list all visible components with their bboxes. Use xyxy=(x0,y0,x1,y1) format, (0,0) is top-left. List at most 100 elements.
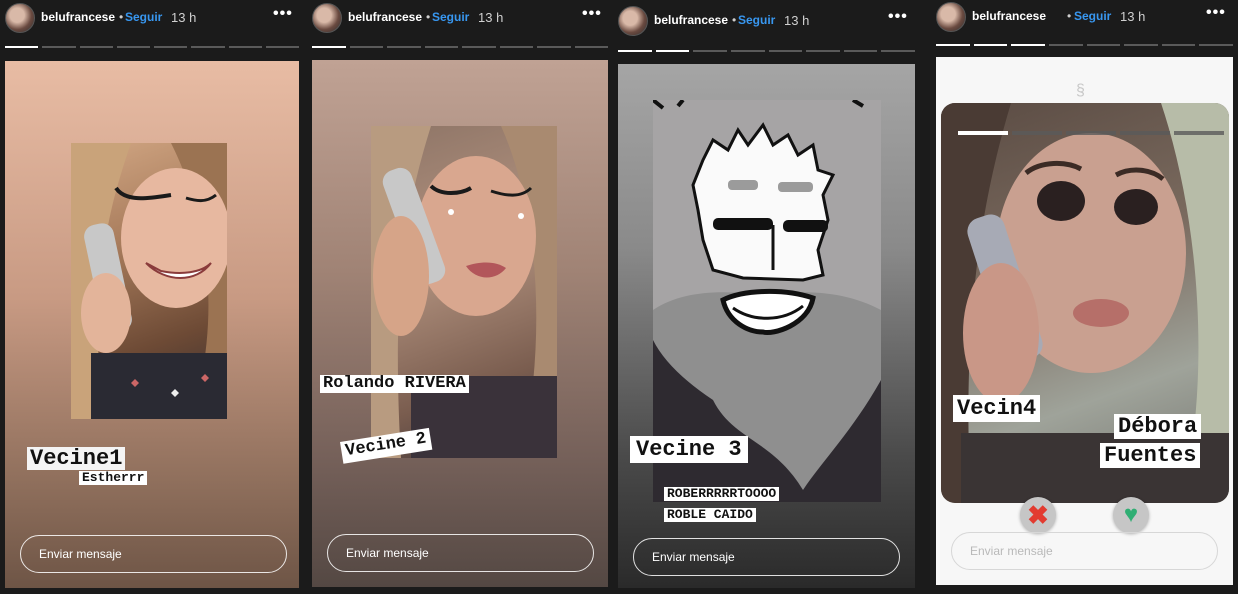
follow-button[interactable]: Seguir xyxy=(1074,9,1111,23)
more-options-icon[interactable]: ••• xyxy=(1206,4,1226,22)
progress-segment xyxy=(843,50,878,52)
follow-button[interactable]: Seguir xyxy=(738,13,775,27)
dislike-button[interactable]: ✖ xyxy=(1020,497,1056,533)
story-media[interactable]: § Vecin4 Débora Fuentes ✖ ♥ xyxy=(936,57,1233,585)
progress-segment xyxy=(349,46,383,48)
progress-segment xyxy=(191,46,225,48)
story-photo xyxy=(371,126,557,458)
progress-segment xyxy=(499,46,533,48)
progress-segment xyxy=(5,46,39,48)
progress-segment xyxy=(1048,44,1083,46)
sticker-text: Débora xyxy=(1114,414,1202,440)
story-media[interactable]: Vecine1 Estherrr xyxy=(5,61,299,588)
timestamp: 13 h xyxy=(784,13,810,28)
follow-button[interactable]: Seguir xyxy=(432,10,469,24)
woman-on-phone-image xyxy=(71,143,227,419)
progress-segment xyxy=(1124,44,1158,46)
follow-button[interactable]: Seguir xyxy=(125,10,162,24)
username[interactable]: belufrancese xyxy=(654,13,728,27)
progress-segment xyxy=(574,46,608,48)
progress-bar xyxy=(618,50,915,52)
timestamp: 13 h xyxy=(171,10,197,25)
story-media[interactable]: Vecine 3 ROBERRRRRTOOOO ROBLE CAIDO xyxy=(618,64,915,588)
progress-segment xyxy=(154,46,188,48)
separator: • xyxy=(426,10,431,24)
message-input[interactable]: Enviar mensaje xyxy=(20,535,287,573)
more-options-icon[interactable]: ••• xyxy=(582,5,602,23)
message-input[interactable]: Enviar mensaje xyxy=(327,534,594,572)
progress-segment xyxy=(228,46,262,48)
progress-segment xyxy=(1161,44,1196,46)
story-photo xyxy=(71,143,227,419)
sticker-text: ROBLE CAIDO xyxy=(664,508,756,522)
sticker-text: Estherrr xyxy=(79,471,148,485)
sticker-text: Vecine 3 xyxy=(630,436,748,464)
progress-segment xyxy=(312,46,346,48)
sticker-text: Vecine1 xyxy=(27,447,126,470)
progress-segment xyxy=(1011,44,1045,46)
more-options-icon[interactable]: ••• xyxy=(273,5,293,23)
like-button[interactable]: ♥ xyxy=(1113,497,1149,533)
inner-progress-segment xyxy=(1174,131,1224,135)
progress-segment xyxy=(936,44,970,46)
username[interactable]: belufrancese xyxy=(972,9,1046,23)
progress-segment xyxy=(424,46,458,48)
avatar[interactable] xyxy=(312,3,342,33)
progress-segment xyxy=(618,50,652,52)
progress-segment xyxy=(655,50,690,52)
progress-segment xyxy=(79,46,113,48)
inner-progress-segment xyxy=(958,131,1008,135)
progress-segment xyxy=(537,46,571,48)
sticker-text: Fuentes xyxy=(1100,443,1201,469)
progress-segment xyxy=(693,50,727,52)
message-input[interactable]: Enviar mensaje xyxy=(951,532,1218,570)
progress-segment xyxy=(462,46,496,48)
sticker-text: Vecin4 xyxy=(953,395,1041,423)
username[interactable]: belufrancese xyxy=(348,10,422,24)
more-options-icon[interactable]: ••• xyxy=(888,8,908,26)
avatar[interactable] xyxy=(618,6,648,36)
progress-segment xyxy=(768,50,803,52)
story-header: belufrancese • Seguir 13 h ••• xyxy=(936,2,1233,33)
woman-on-phone-image xyxy=(371,126,557,458)
sticker-text: Rolando RIVERA xyxy=(320,375,469,393)
progress-segment xyxy=(116,46,150,48)
timestamp: 13 h xyxy=(1120,9,1146,24)
story-header: belufrancese • Seguir 13 h ••• xyxy=(5,3,299,33)
inner-progress-segment xyxy=(1066,131,1116,135)
progress-segment xyxy=(265,46,299,48)
separator: • xyxy=(119,10,124,24)
story-panel[interactable]: belufrancese • Seguir 13 h ••• xyxy=(618,0,915,594)
story-panel[interactable]: belufrancese • Seguir 13 h ••• xyxy=(312,0,608,594)
progress-segment xyxy=(806,50,840,52)
progress-segment xyxy=(881,50,915,52)
progress-segment xyxy=(42,46,76,48)
progress-segment xyxy=(1086,44,1121,46)
story-header: belufrancese • Seguir 13 h ••• xyxy=(618,3,915,36)
progress-segment xyxy=(973,44,1008,46)
separator: • xyxy=(732,13,737,27)
progress-segment xyxy=(387,46,421,48)
username[interactable]: belufrancese xyxy=(41,10,115,24)
avatar[interactable] xyxy=(5,3,35,33)
progress-segment xyxy=(730,50,765,52)
story-media[interactable]: Rolando RIVERA Vecine 2 xyxy=(312,60,608,587)
progress-segment xyxy=(1199,44,1233,46)
progress-bar xyxy=(312,46,608,48)
story-panel[interactable]: belufrancese • Seguir 13 h ••• § Vecin4 … xyxy=(936,0,1233,594)
watermark-icon: § xyxy=(1076,82,1085,99)
progress-bar xyxy=(5,46,299,48)
avatar[interactable] xyxy=(936,2,966,32)
heart-icon: ♥ xyxy=(1123,501,1139,528)
close-icon: ✖ xyxy=(1027,500,1049,530)
progress-bar xyxy=(936,44,1233,46)
inner-progress-segment xyxy=(1012,131,1062,135)
separator: • xyxy=(1067,9,1072,23)
message-input[interactable]: Enviar mensaje xyxy=(633,538,900,576)
sticker-text: ROBERRRRRTOOOO xyxy=(664,487,780,501)
inner-progress-bar xyxy=(958,131,1224,135)
story-header: belufrancese • Seguir 13 h ••• xyxy=(312,3,608,33)
inner-progress-segment xyxy=(1120,131,1170,135)
story-panel[interactable]: belufrancese • Seguir 13 h ••• xyxy=(5,0,299,594)
timestamp: 13 h xyxy=(478,10,504,25)
